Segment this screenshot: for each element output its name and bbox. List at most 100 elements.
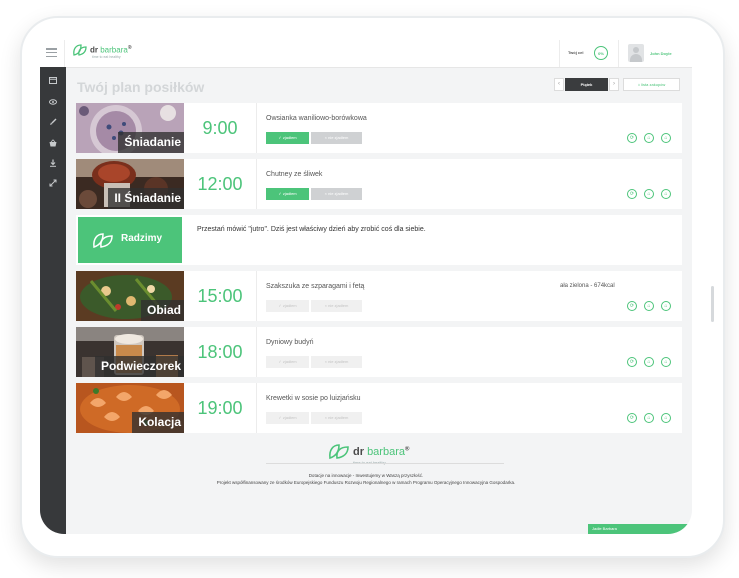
not-eaten-button[interactable]: × nie zjadłem [311, 356, 362, 368]
meal-time: 15:00 [184, 271, 257, 321]
close-icon: × [324, 303, 327, 308]
check-icon: ✓ [278, 359, 282, 364]
not-eaten-label: nie zjadłem [328, 359, 349, 364]
dish-name[interactable]: Dyniowy budyń [266, 339, 313, 346]
not-eaten-button[interactable]: × nie zjadłem [311, 300, 362, 312]
tablet-side-button [711, 286, 714, 322]
close-icon: × [324, 415, 327, 420]
not-eaten-button[interactable]: × nie zjadłem [311, 412, 362, 424]
shopping-list-button[interactable]: ⌂ lista zakupów [623, 78, 680, 91]
eaten-label: zjadłem [282, 415, 297, 420]
topbar-divider [559, 40, 560, 67]
goal-progress-badge: 0% [594, 46, 608, 60]
basket-icon[interactable]: ⌂ [644, 413, 654, 423]
swap-icon[interactable]: ⟳ [627, 133, 637, 143]
meal-name: Podwieczorek [94, 356, 184, 377]
topbar-divider [64, 40, 65, 67]
meal-time: 18:00 [184, 327, 257, 377]
current-day-label[interactable]: Piątek [565, 78, 608, 91]
expand-icon[interactable] [49, 179, 57, 187]
user-avatar[interactable] [628, 44, 644, 62]
tip-badge: Radzimy [78, 217, 182, 263]
eaten-label: zjadłem [282, 303, 297, 308]
previous-day-button[interactable]: ‹ [554, 78, 564, 91]
not-eaten-button[interactable]: × nie zjadłem [311, 188, 362, 200]
goal-label: Twój cel [568, 50, 584, 55]
eye-icon[interactable] [49, 98, 57, 106]
basket-icon[interactable] [49, 139, 57, 147]
menu-icon[interactable] [46, 48, 57, 57]
download-icon[interactable] [49, 159, 57, 167]
meal-name: Kolacja [132, 412, 184, 433]
basket-icon[interactable]: ⌂ [661, 189, 671, 199]
eaten-label: zjadłem [282, 359, 297, 364]
meal-card: Podwieczorek 18:00 Dyniowy budyń ✓ zjadł… [76, 327, 682, 377]
logo-leaf-icon [329, 444, 349, 460]
meal-name: Śniadanie [118, 132, 184, 153]
swap-icon[interactable]: ⟳ [627, 357, 637, 367]
check-icon: ✓ [278, 303, 282, 308]
close-icon: × [324, 135, 327, 140]
eaten-button[interactable]: ✓ zjadłem [266, 132, 309, 144]
logo-text: dr barbara® [90, 45, 132, 55]
logo-leaf-icon [73, 44, 87, 56]
not-eaten-label: nie zjadłem [328, 135, 349, 140]
dish-name[interactable]: Krewetki w sosie po luizjańsku [266, 395, 361, 402]
logo-leaf-icon [93, 233, 113, 249]
app-logo[interactable]: dr barbara® time to eat healthy [72, 43, 132, 59]
check-icon: ✓ [278, 191, 282, 196]
basket-icon[interactable]: ⌂ [661, 413, 671, 423]
basket-icon[interactable]: ⌂ [644, 189, 654, 199]
shopping-list-label: lista zakupów [641, 82, 666, 87]
basket-icon[interactable]: ⌂ [661, 133, 671, 143]
basket-icon[interactable]: ⌂ [661, 301, 671, 311]
check-icon: ✓ [278, 415, 282, 420]
not-eaten-label: nie zjadłem [328, 415, 349, 420]
meal-photo: Podwieczorek [76, 327, 184, 377]
top-bar: dr barbara® time to eat healthy Twój cel… [40, 40, 692, 68]
eaten-button[interactable]: ✓ zjadłem [266, 412, 309, 424]
not-eaten-label: nie zjadłem [328, 191, 349, 196]
tip-text: Przestań mówić "jutro". Dziś jest właści… [197, 226, 426, 233]
bottom-tab[interactable]: Jadłe Barbara [588, 524, 692, 534]
footer-text: Dotacje na innowacje - Inwestujemy w Was… [308, 473, 424, 478]
footer-divider [266, 463, 504, 464]
basket-icon: ⌂ [637, 82, 641, 87]
dish-name[interactable]: Chutney ze śliwek [266, 171, 322, 178]
eaten-label: zjadłem [282, 135, 297, 140]
meal-photo: Śniadanie [76, 103, 184, 153]
basket-icon[interactable]: ⌂ [644, 301, 654, 311]
basket-icon[interactable]: ⌂ [661, 357, 671, 367]
meal-name: Obiad [140, 300, 184, 321]
basket-icon[interactable]: ⌂ [644, 133, 654, 143]
eaten-button[interactable]: ✓ zjadłem [266, 300, 309, 312]
dish-name[interactable]: Szakszuka ze szparagami i fetą [266, 283, 364, 290]
swap-icon[interactable]: ⟳ [627, 189, 637, 199]
close-icon: × [324, 359, 327, 364]
tip-label: Radzimy [121, 233, 163, 244]
meal-card: Obiad 15:00 Szakszuka ze szparagami i fe… [76, 271, 682, 321]
next-day-button[interactable]: › [609, 78, 619, 91]
logo-tagline: time to eat healthy [92, 55, 121, 59]
dish-name[interactable]: Owsianka waniliowo-borówkowa [266, 115, 367, 122]
sidebar [40, 67, 66, 534]
dish-extra: ała zielona - 674kcal [560, 283, 615, 289]
meal-card: Śniadanie 9:00 Owsianka waniliowo-borówk… [76, 103, 682, 153]
not-eaten-button[interactable]: × nie zjadłem [311, 132, 362, 144]
user-name[interactable]: John Doyle [650, 51, 672, 56]
meal-card: Kolacja 19:00 Krewetki w sosie po luizja… [76, 383, 682, 433]
brush-icon[interactable] [49, 118, 57, 126]
meal-time: 12:00 [184, 159, 257, 209]
basket-icon[interactable]: ⌂ [644, 357, 654, 367]
swap-icon[interactable]: ⟳ [627, 301, 637, 311]
eaten-button[interactable]: ✓ zjadłem [266, 188, 309, 200]
footer-text: Projekt współfinansowany ze środków Euro… [216, 480, 516, 485]
eaten-button[interactable]: ✓ zjadłem [266, 356, 309, 368]
footer-logo-text: dr barbara® [353, 446, 410, 458]
meal-time: 9:00 [184, 103, 257, 153]
calendar-icon[interactable] [49, 76, 57, 84]
meal-card: II Śniadanie 12:00 Chutney ze śliwek ✓ z… [76, 159, 682, 209]
swap-icon[interactable]: ⟳ [627, 413, 637, 423]
tip-card: Radzimy Przestań mówić "jutro". Dziś jes… [76, 215, 682, 265]
meal-photo: II Śniadanie [76, 159, 184, 209]
